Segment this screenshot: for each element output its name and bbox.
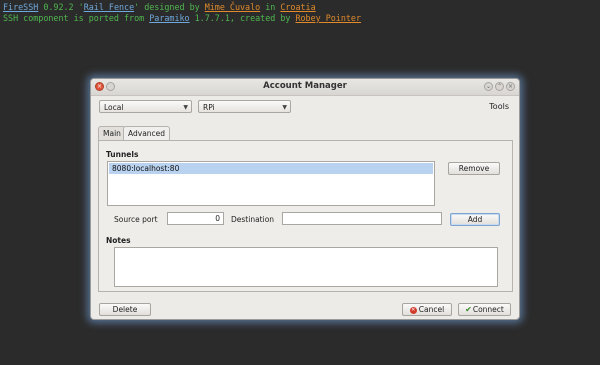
terminal-output: FireSSH 0.92.2 'Rail Fence' designed by … xyxy=(3,2,361,24)
notes-heading: Notes xyxy=(106,236,131,245)
destination-label: Destination xyxy=(231,215,275,224)
created-by-text: 1.7.7.1, created by xyxy=(189,13,296,23)
chevron-down-icon[interactable]: ⌄ xyxy=(484,82,493,91)
ported-text: SSH component is ported from xyxy=(3,13,150,23)
location-select[interactable]: Local ▼ xyxy=(99,100,192,113)
tab-advanced[interactable]: Advanced xyxy=(123,126,171,141)
source-port-label: Source port xyxy=(114,215,158,224)
account-select-value: RPi xyxy=(203,103,215,112)
chevron-down-icon: ▼ xyxy=(183,104,188,111)
account-manager-dialog: × Account Manager ⌄ ⌃ × Local ▼ RPi ▼ To… xyxy=(90,78,520,320)
terminal-line-1: FireSSH 0.92.2 'Rail Fence' designed by … xyxy=(3,2,316,12)
delete-button[interactable]: Delete xyxy=(99,303,151,316)
version-text: 0.92.2 ' xyxy=(38,2,84,12)
tools-label: Tools xyxy=(489,102,509,111)
author-link[interactable]: Robey Pointer xyxy=(295,13,361,23)
connect-button[interactable]: ✔Connect xyxy=(458,303,511,316)
location-select-value: Local xyxy=(104,103,124,112)
notes-textarea[interactable] xyxy=(114,247,498,287)
tools-menu[interactable]: Tools xyxy=(489,102,509,111)
source-port-input[interactable]: 0 xyxy=(167,212,224,225)
firessh-link[interactable]: FireSSH xyxy=(3,2,38,12)
title-bar[interactable]: × Account Manager ⌄ ⌃ × xyxy=(91,79,519,96)
dialog-title: Account Manager xyxy=(263,81,347,91)
tab-advanced-label: Advanced xyxy=(128,129,166,138)
tab-main[interactable]: Main xyxy=(98,126,126,140)
tab-main-label: Main xyxy=(103,129,121,138)
list-item[interactable]: 8080:localhost:80 xyxy=(109,163,433,174)
checkmark-icon: ✔ xyxy=(465,305,472,314)
designed-by-text: ' designed by xyxy=(134,2,205,12)
in-text: in xyxy=(260,2,281,12)
add-button[interactable]: Add xyxy=(450,213,500,226)
tunnels-heading: Tunnels xyxy=(106,150,139,159)
designer-link[interactable]: Mime Čuvalo xyxy=(205,2,260,12)
cancel-icon: ✕ xyxy=(409,306,417,314)
chevron-up-icon[interactable]: ⌃ xyxy=(495,82,504,91)
tunnels-list[interactable]: 8080:localhost:80 xyxy=(107,161,435,206)
cancel-label: Cancel xyxy=(418,305,445,314)
theme-link[interactable]: Rail Fence xyxy=(84,2,134,12)
account-select[interactable]: RPi ▼ xyxy=(198,100,291,113)
cancel-button[interactable]: ✕ Cancel xyxy=(402,303,452,316)
destination-input[interactable] xyxy=(282,212,442,225)
chevron-down-icon: ▼ xyxy=(282,104,287,111)
terminal-line-2: SSH component is ported from Paramiko 1.… xyxy=(3,13,361,23)
connect-label: Connect xyxy=(472,305,504,314)
paramiko-link[interactable]: Paramiko xyxy=(149,13,189,23)
close-window-icon[interactable]: × xyxy=(506,82,515,91)
country-link[interactable]: Croatia xyxy=(280,2,315,12)
remove-button[interactable]: Remove xyxy=(448,162,500,175)
